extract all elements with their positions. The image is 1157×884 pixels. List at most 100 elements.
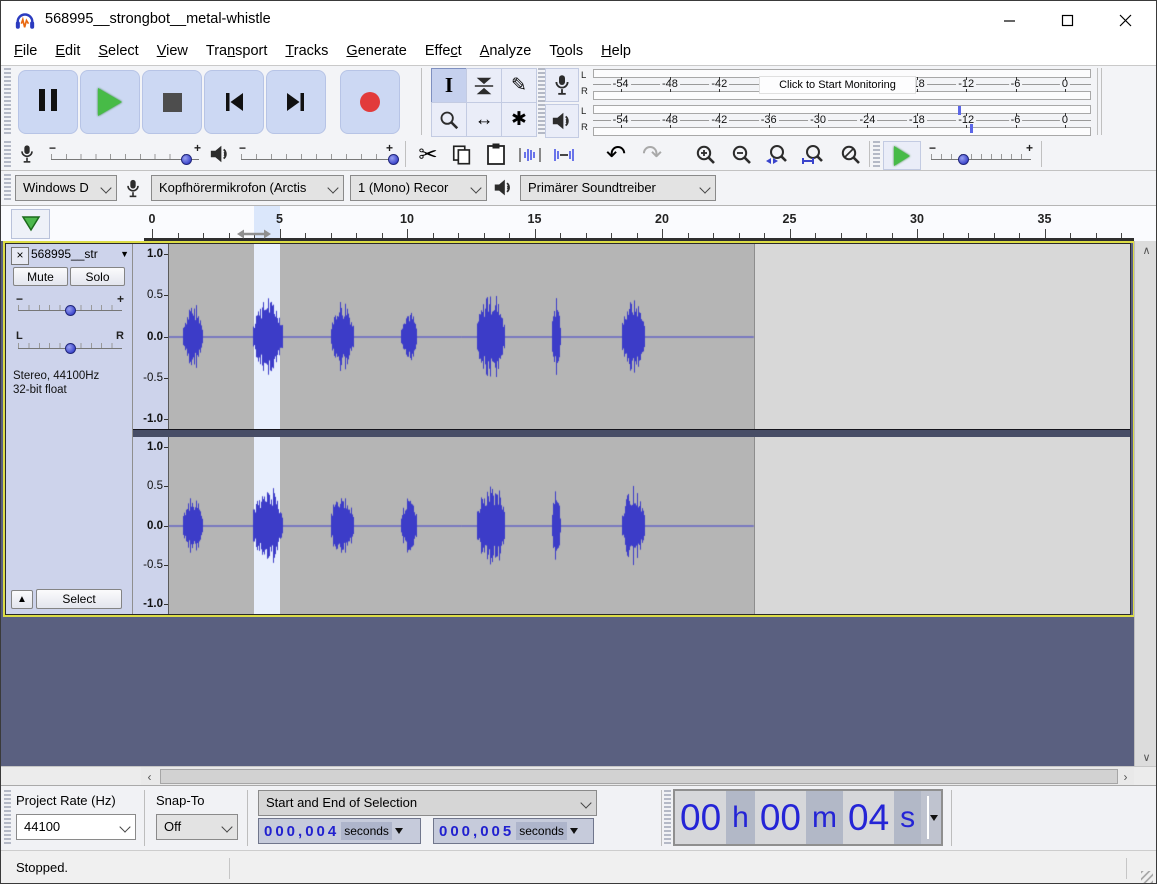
cut-button[interactable]: ✂ [413,141,443,168]
scroll-down-icon[interactable]: ∨ [1135,748,1157,766]
time-value[interactable]: 00 [755,791,806,844]
zoom-tool-button[interactable] [431,102,467,137]
menu-file[interactable]: File [5,39,46,65]
minimize-button[interactable] [986,1,1032,39]
recording-device-select[interactable]: Kopfhörermikrofon (Arctis [151,175,344,201]
audio-host-select[interactable]: Windows D [15,175,117,201]
selection-drag-handle-icon[interactable] [236,227,272,241]
stop-button[interactable] [142,70,202,134]
recording-meter-mic-button[interactable] [545,68,579,102]
select-track-button[interactable]: Select [36,589,122,609]
play-button[interactable] [80,70,140,134]
mute-button[interactable]: Mute [13,267,68,286]
time-value[interactable]: 04 [843,791,894,844]
recording-volume-slider[interactable]: −+ [49,141,201,169]
draw-tool-button[interactable]: ✎ [501,68,537,103]
track-area-background[interactable]: × 568995__str▼ Mute Solo −+ LR [1,241,1134,766]
time-shift-tool-button[interactable]: ↔ [466,102,502,137]
record-button[interactable] [340,70,400,134]
solo-button[interactable]: Solo [70,267,125,286]
fit-selection-button[interactable] [763,141,793,168]
multi-tool-button[interactable]: ✱ [501,102,537,137]
gain-slider[interactable]: −+ [16,292,124,320]
pause-button[interactable] [18,70,78,134]
envelope-tool-button[interactable] [466,68,502,103]
playback-device-select[interactable]: Primärer Soundtreiber [520,175,716,201]
menu-view[interactable]: View [148,39,197,65]
meter-toolbar-grip[interactable] [538,68,545,135]
selection-start-field[interactable]: 000,004 seconds [258,818,421,844]
dropdown-arrow-icon[interactable] [570,828,578,834]
selection-toolbar-grip[interactable] [4,790,11,846]
menu-analyze[interactable]: Analyze [471,39,541,65]
mixer-toolbar-grip[interactable] [4,141,11,167]
menu-select[interactable]: Select [89,39,147,65]
playback-meter-speaker-button[interactable] [545,104,579,138]
zoom-toggle-button[interactable] [835,141,865,168]
audio-position-display[interactable]: 00h00m04s [673,789,943,846]
redo-button[interactable]: ↷ [637,141,667,168]
copy-button[interactable] [447,141,477,168]
play-at-speed-grip[interactable] [873,141,880,167]
recording-channels-select[interactable]: 1 (Mono) Recor [350,175,487,201]
selection-end-digits[interactable]: 000,005 [434,823,514,840]
selection-tool-button[interactable]: I [431,68,467,103]
menu-help[interactable]: Help [592,39,640,65]
timeline-options-button[interactable] [11,209,50,239]
zoom-out-button[interactable] [727,141,757,168]
menu-tracks[interactable]: Tracks [276,39,337,65]
vertical-scrollbar[interactable]: ∧ ∨ [1134,241,1157,766]
dropdown-arrow-icon[interactable] [395,828,403,834]
playback-volume-slider[interactable]: −+ [239,141,393,169]
maximize-button[interactable] [1044,1,1090,39]
menu-edit[interactable]: Edit [46,39,89,65]
waveform-right[interactable] [169,437,1130,614]
menu-transport[interactable]: Transport [197,39,277,65]
playback-volume-thumb[interactable] [388,154,399,165]
dropdown-arrow-icon[interactable] [930,815,938,821]
monitoring-overlay[interactable]: Click to Start Monitoring [759,76,917,94]
timeline[interactable]: 05101520253035 [1,206,1156,241]
playback-speed-slider[interactable]: −+ [929,141,1033,169]
menu-tools[interactable]: Tools [540,39,592,65]
pan-slider-thumb[interactable] [65,343,76,354]
timeline-ruler[interactable]: 05101520253035 [144,206,1134,241]
menu-generate[interactable]: Generate [337,39,415,65]
project-rate-select[interactable]: 44100 [16,814,136,840]
zoom-in-button[interactable] [691,141,721,168]
transport-toolbar-grip[interactable] [4,68,11,135]
waveform-channel-right[interactable] [169,437,1130,614]
device-toolbar-grip[interactable] [4,174,11,202]
waveform-left[interactable] [169,244,1130,429]
paste-button[interactable] [481,141,511,168]
waveform-channel-left[interactable] [169,244,1130,429]
selection-end-field[interactable]: 000,005 seconds [433,818,594,844]
time-value[interactable]: 00 [675,791,726,844]
trim-audio-button[interactable] [515,141,545,168]
menu-effect[interactable]: Effect [416,39,471,65]
scroll-up-icon[interactable]: ∧ [1135,241,1157,259]
playback-speed-thumb[interactable] [958,154,969,165]
silence-audio-button[interactable] [549,141,579,168]
collapse-track-button[interactable]: ▲ [11,590,33,609]
playback-meter-scale[interactable]: -54-48-42-36-30-24-18-12-60 [593,103,1095,138]
time-toolbar-grip[interactable] [664,790,671,846]
scroll-left-icon[interactable]: ‹ [141,767,158,786]
close-track-button[interactable]: × [11,247,29,265]
amplitude-ruler-right[interactable]: 1.00.50.0-0.5-1.0 [133,437,169,614]
scroll-right-icon[interactable]: › [1117,767,1134,786]
play-at-speed-button[interactable] [883,141,921,170]
track-title-menu[interactable]: 568995__str▼ [31,247,129,263]
skip-to-start-button[interactable] [204,70,264,134]
recording-volume-thumb[interactable] [181,154,192,165]
amplitude-ruler-left[interactable]: 1.00.50.0-0.5-1.0 [133,244,169,429]
selection-mode-select[interactable]: Start and End of Selection [258,790,597,816]
recording-meter-scale[interactable]: -54-48-42-36-30-24-18-12-60Click to Star… [593,67,1095,102]
pan-slider[interactable]: LR [16,330,124,358]
skip-to-end-button[interactable] [266,70,326,134]
close-button[interactable] [1102,1,1148,39]
fit-project-button[interactable] [799,141,829,168]
snap-to-select[interactable]: Off [156,814,238,840]
horizontal-scrollbar-thumb[interactable] [160,769,1118,784]
selection-start-digits[interactable]: 000,004 [259,823,339,840]
